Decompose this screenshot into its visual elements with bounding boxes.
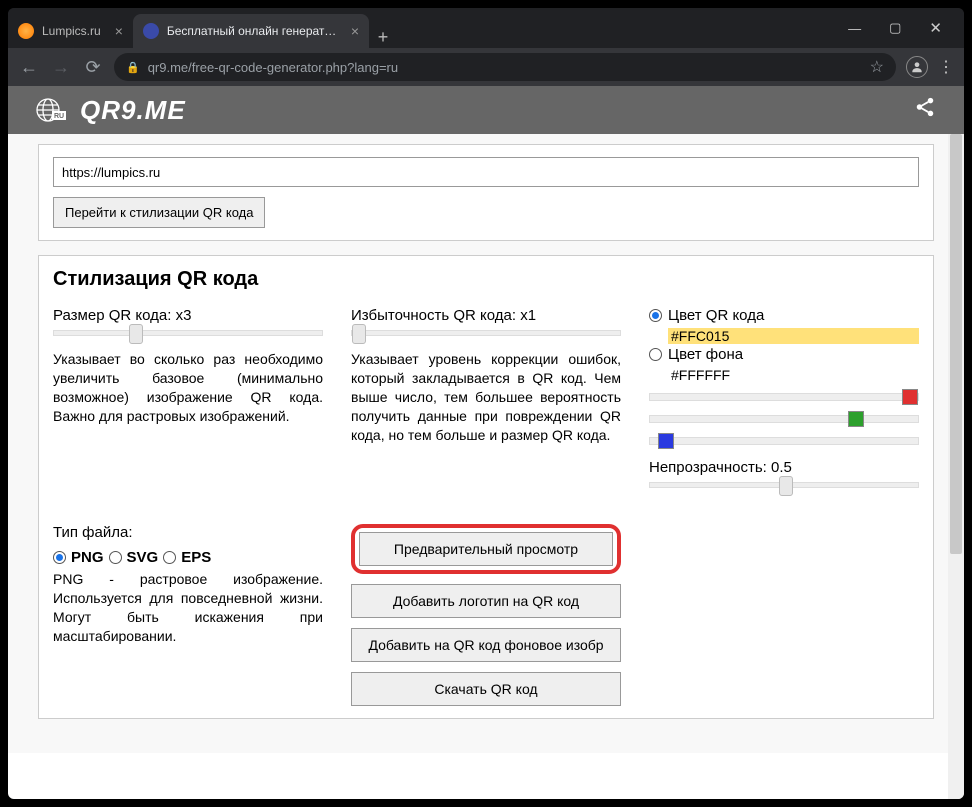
close-icon[interactable]: × — [351, 23, 359, 39]
titlebar: Lumpics.ru × Бесплатный онлайн генератор… — [8, 8, 964, 48]
lock-icon: 🔒 — [126, 61, 140, 74]
green-slider[interactable] — [649, 415, 919, 423]
size-label: Размер QR кода: x3 — [53, 307, 323, 324]
globe-ru-icon[interactable]: RU — [36, 98, 66, 122]
url-text: qr9.me/free-qr-code-generator.php?lang=r… — [148, 60, 398, 75]
site-logo-text: QR9.ME — [80, 95, 186, 126]
red-slider[interactable] — [649, 393, 919, 401]
download-button[interactable]: Скачать QR код — [351, 672, 621, 706]
redundancy-slider[interactable] — [351, 330, 621, 336]
radio-svg[interactable] — [109, 551, 122, 564]
radio-bg-color[interactable] — [649, 348, 662, 361]
size-slider[interactable] — [53, 330, 323, 336]
bg-color-label: Цвет фона — [668, 346, 743, 363]
preview-callout: Предварительный просмотр — [351, 524, 621, 574]
radio-qr-color[interactable] — [649, 309, 662, 322]
qr-color-hex: #FFC015 — [668, 328, 919, 344]
opt-eps: EPS — [181, 549, 211, 566]
add-bg-button[interactable]: Добавить на QR код фоновое изобр — [351, 628, 621, 662]
size-column: Размер QR кода: x3 Указывает во сколько … — [53, 307, 323, 502]
spacer — [649, 524, 919, 706]
radio-eps[interactable] — [163, 551, 176, 564]
url-panel: Перейти к стилизации QR кода — [38, 144, 934, 241]
styling-panel: Стилизация QR кода Размер QR кода: x3 Ук… — [38, 255, 934, 719]
redundancy-label: Избыточность QR кода: x1 — [351, 307, 621, 324]
opacity-slider[interactable] — [649, 482, 919, 488]
new-tab-button[interactable]: + — [369, 27, 397, 48]
reload-icon[interactable]: ⟳ — [82, 57, 104, 78]
bg-color-hex: #FFFFFF — [668, 367, 919, 383]
favicon-qr9 — [143, 23, 159, 39]
favicon-lumpics — [18, 23, 34, 39]
radio-png[interactable] — [53, 551, 66, 564]
share-icon[interactable] — [914, 96, 936, 124]
profile-icon[interactable] — [906, 56, 928, 78]
tab-qr9[interactable]: Бесплатный онлайн генератор Q × — [133, 14, 369, 48]
star-icon[interactable]: ☆ — [870, 57, 884, 77]
more-icon[interactable]: ⋮ — [938, 57, 954, 77]
url-field[interactable]: 🔒 qr9.me/free-qr-code-generator.php?lang… — [114, 53, 896, 81]
size-desc: Указывает во сколько раз необходимо увел… — [53, 350, 323, 426]
close-icon[interactable]: × — [115, 23, 123, 39]
filetype-label: Тип файла: — [53, 524, 323, 541]
tab-label: Бесплатный онлайн генератор Q — [167, 24, 337, 38]
address-bar: ← → ⟳ 🔒 qr9.me/free-qr-code-generator.ph… — [8, 48, 964, 86]
tab-lumpics[interactable]: Lumpics.ru × — [8, 14, 133, 48]
tab-label: Lumpics.ru — [42, 24, 101, 38]
color-column: Цвет QR кода #FFC015 Цвет фона #FFFFFF — [649, 307, 919, 502]
filetype-desc: PNG - растровое изображение. Используетс… — [53, 570, 323, 646]
back-icon[interactable]: ← — [18, 57, 40, 78]
minimize-icon[interactable]: — — [848, 21, 861, 36]
redundancy-desc: Указывает уровень коррекции ошибок, кото… — [351, 350, 621, 444]
filetype-column: Тип файла: PNG SVG EPS PNG - растровое и… — [53, 524, 323, 706]
forward-icon: → — [50, 57, 72, 78]
opacity-label: Непрозрачность: 0.5 — [649, 459, 919, 476]
opt-svg: SVG — [127, 549, 159, 566]
scrollbar[interactable] — [948, 134, 964, 799]
maximize-icon[interactable]: ▢ — [889, 20, 901, 36]
site-header: RU QR9.ME — [8, 86, 964, 134]
go-to-styling-button[interactable]: Перейти к стилизации QR кода — [53, 197, 265, 228]
scrollbar-thumb[interactable] — [950, 134, 962, 554]
redundancy-column: Избыточность QR кода: x1 Указывает урове… — [351, 307, 621, 502]
qr-color-label: Цвет QR кода — [668, 307, 764, 324]
add-logo-button[interactable]: Добавить логотип на QR код — [351, 584, 621, 618]
action-buttons: Предварительный просмотр Добавить логоти… — [351, 524, 621, 706]
preview-button[interactable]: Предварительный просмотр — [359, 532, 613, 566]
opt-png: PNG — [71, 549, 104, 566]
window-close-icon[interactable]: ✕ — [929, 19, 942, 37]
blue-slider[interactable] — [649, 437, 919, 445]
qr-url-input[interactable] — [53, 157, 919, 187]
svg-text:RU: RU — [54, 113, 64, 120]
panel-title: Стилизация QR кода — [53, 268, 919, 291]
